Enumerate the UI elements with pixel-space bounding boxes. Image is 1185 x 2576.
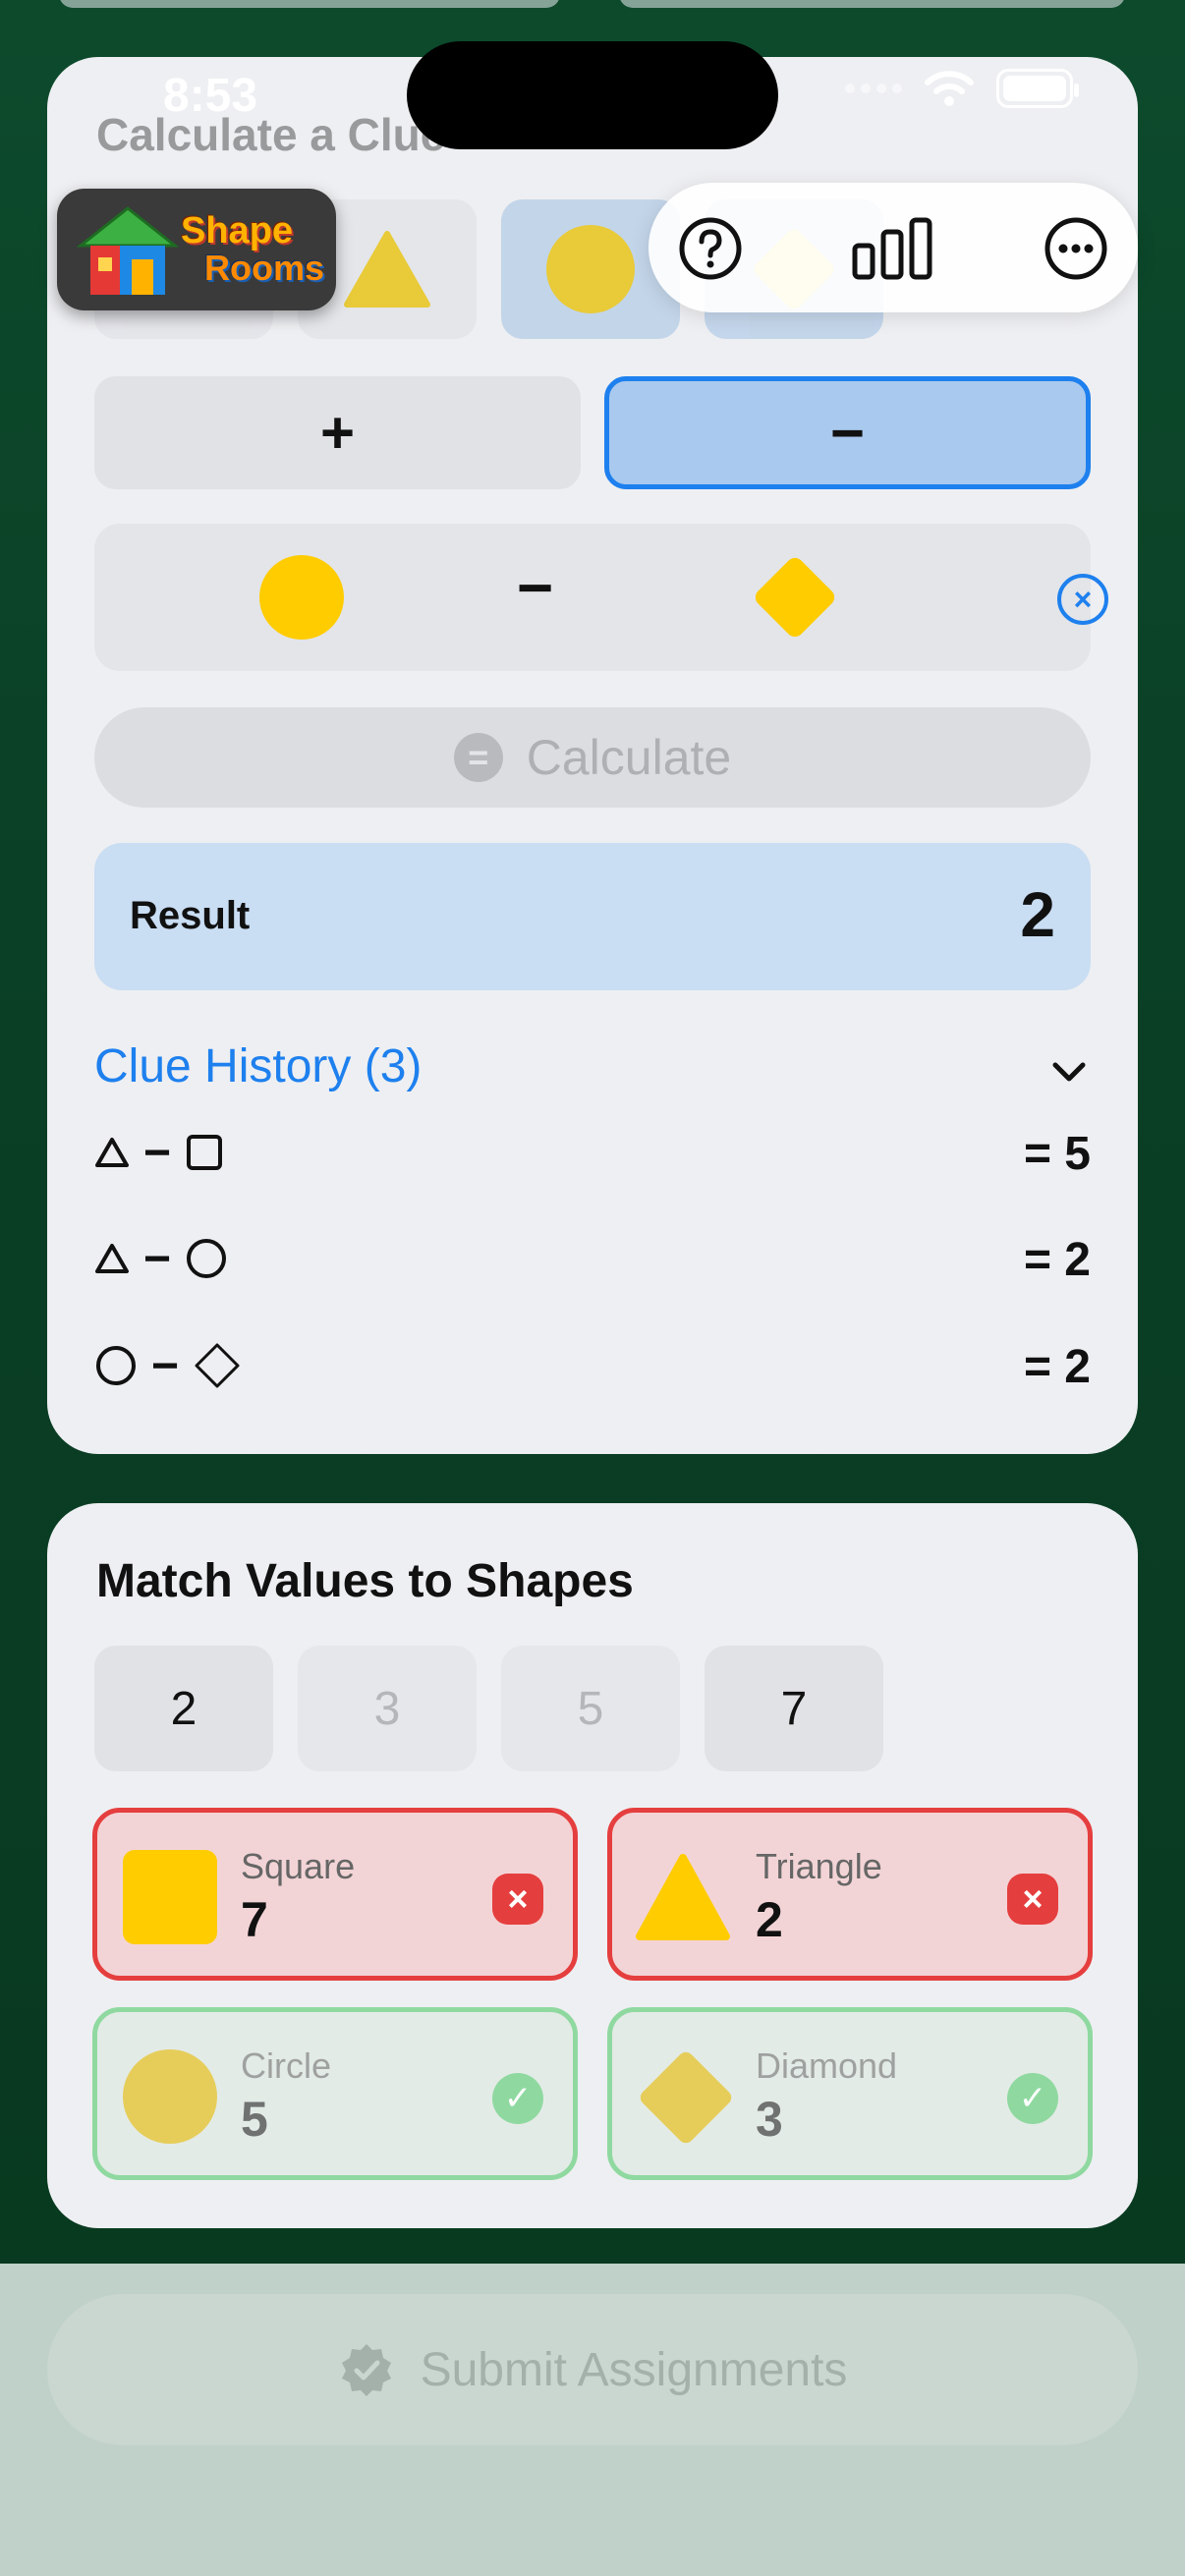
assignment-value: 3 xyxy=(756,2092,783,2147)
assignment-square[interactable]: Square 7 × xyxy=(92,1808,578,1981)
result-panel: Result 2 xyxy=(94,843,1091,990)
circle-icon xyxy=(123,2049,217,2144)
top-toolbar xyxy=(649,183,1138,312)
triangle-outline-icon xyxy=(95,1138,129,1167)
equals-circle-icon: = xyxy=(453,733,503,782)
match-card: Match Values to Shapes 2 3 5 7 Square 7 … xyxy=(47,1503,1138,2228)
assignment-triangle[interactable]: Triangle 2 × xyxy=(607,1808,1093,1981)
help-icon[interactable] xyxy=(678,216,743,281)
minus-button[interactable]: − xyxy=(604,376,1091,489)
clue-history-title: Clue History (3) xyxy=(94,1040,423,1092)
dynamic-island xyxy=(407,41,778,149)
value-chip[interactable]: 2 xyxy=(94,1646,273,1771)
house-icon xyxy=(76,206,180,295)
history-operator: − xyxy=(143,1126,172,1179)
triangle-icon xyxy=(344,231,430,308)
submit-label: Submit Assignments xyxy=(420,2343,848,2396)
assignment-circle[interactable]: Circle 5 ✓ xyxy=(92,2007,578,2180)
calculator-title: Calculate a Clue xyxy=(96,109,446,160)
circle-icon xyxy=(546,225,635,313)
history-result: = 5 xyxy=(1023,1128,1091,1180)
diamond-outline-icon xyxy=(195,1343,240,1388)
assignment-value: 5 xyxy=(241,2092,268,2147)
stats-icon[interactable] xyxy=(851,216,933,281)
checkmark-icon: ✓ xyxy=(1007,2073,1058,2124)
expression-operator: − xyxy=(517,552,554,623)
assignment-value: 2 xyxy=(756,1892,783,1947)
clue-history-toggle[interactable]: Clue History (3) xyxy=(94,1039,1091,1098)
incorrect-icon: × xyxy=(1007,1874,1058,1925)
history-row: − = 2 xyxy=(94,1229,1091,1288)
clear-expression-button[interactable]: × xyxy=(1057,574,1108,625)
assignment-diamond[interactable]: Diamond 3 ✓ xyxy=(607,2007,1093,2180)
expression-right-diamond-icon xyxy=(752,554,838,641)
circle-outline-icon xyxy=(187,1239,227,1278)
chevron-down-icon xyxy=(1052,1062,1086,1082)
calculate-label: Calculate xyxy=(526,730,732,785)
square-outline-icon xyxy=(187,1135,223,1170)
expression-left-circle-icon xyxy=(259,555,344,640)
assignment-shape-name: Square xyxy=(241,1846,356,1886)
cellular-signal-icon xyxy=(845,84,902,93)
triangle-icon xyxy=(636,1854,730,1940)
assignment-value: 7 xyxy=(241,1892,268,1947)
circle-outline-icon xyxy=(96,1346,136,1385)
logo-text-rooms: Rooms xyxy=(204,248,325,288)
status-icons xyxy=(845,69,1079,108)
assignment-shape-name: Triangle xyxy=(756,1846,882,1886)
battery-icon xyxy=(996,69,1079,108)
result-label: Result xyxy=(130,894,251,937)
value-chip[interactable]: 5 xyxy=(501,1646,680,1771)
diamond-icon xyxy=(637,2048,735,2147)
wifi-icon xyxy=(925,71,974,106)
triangle-outline-icon xyxy=(95,1244,129,1273)
plus-button[interactable]: + xyxy=(94,376,581,489)
calculate-button[interactable]: = Calculate xyxy=(94,707,1091,808)
checkmark-seal-icon xyxy=(341,2344,391,2396)
submit-assignments-button[interactable]: Submit Assignments xyxy=(47,2294,1138,2445)
shape-rooms-logo: Shape Rooms xyxy=(57,189,336,310)
peek-card-right xyxy=(619,0,1125,8)
logo-text-shape: Shape xyxy=(181,210,294,252)
result-value: 2 xyxy=(1020,879,1055,950)
peek-card-left xyxy=(59,0,560,8)
history-result: = 2 xyxy=(1023,1341,1091,1393)
history-operator: − xyxy=(151,1339,180,1392)
history-operator: − xyxy=(143,1232,172,1285)
checkmark-icon: ✓ xyxy=(492,2073,543,2124)
history-row: − = 2 xyxy=(94,1336,1091,1395)
assignment-shape-name: Diamond xyxy=(756,2045,898,2086)
history-result: = 2 xyxy=(1023,1234,1091,1286)
match-title: Match Values to Shapes xyxy=(96,1555,634,1607)
expression-row: − × xyxy=(94,524,1108,671)
value-chip[interactable]: 3 xyxy=(298,1646,477,1771)
history-row: − = 5 xyxy=(94,1123,1091,1182)
more-icon[interactable] xyxy=(1044,216,1108,281)
value-chip[interactable]: 7 xyxy=(705,1646,883,1771)
square-icon xyxy=(123,1850,217,1944)
assignment-shape-name: Circle xyxy=(241,2045,332,2086)
status-time: 8:53 xyxy=(163,70,258,122)
operator-selector: + − xyxy=(94,376,1091,489)
incorrect-icon: × xyxy=(492,1874,543,1925)
